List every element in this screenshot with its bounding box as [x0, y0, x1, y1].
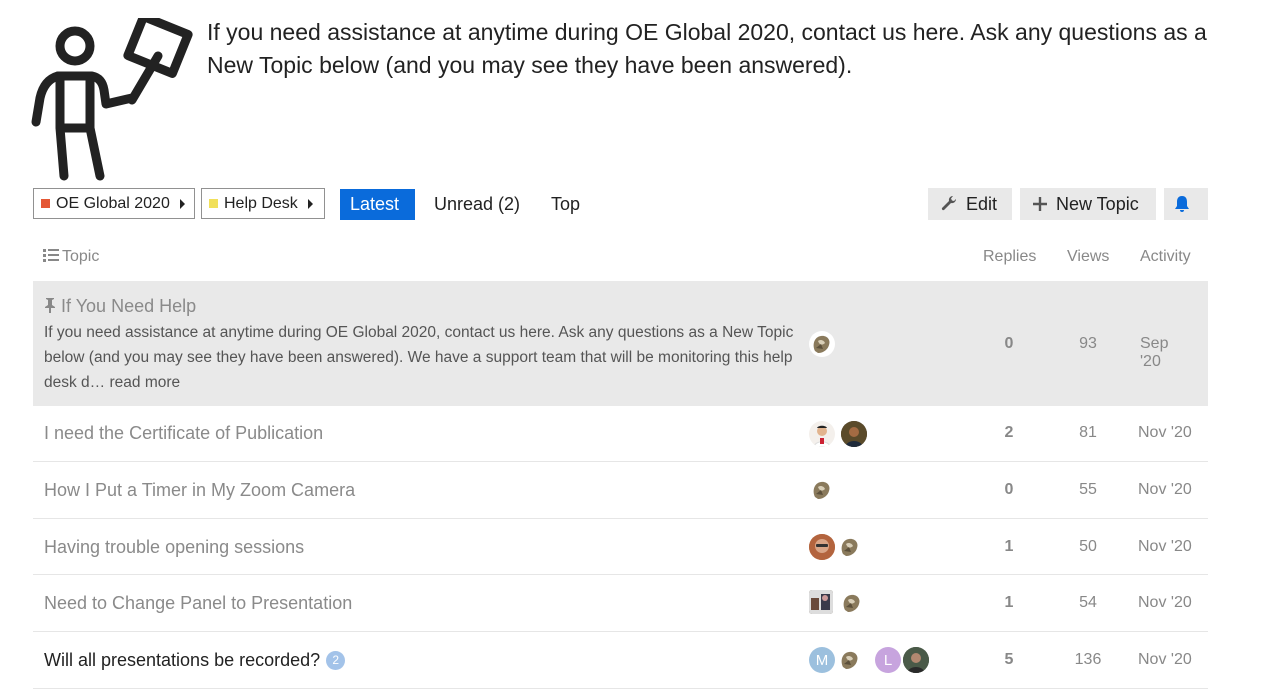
avatar[interactable] — [837, 534, 863, 560]
table-row-pinned[interactable]: If You Need Help If you need assistance … — [33, 281, 1208, 406]
avatar[interactable] — [841, 421, 867, 447]
replies-count: 0 — [1004, 481, 1014, 498]
views-count: 50 — [1079, 538, 1097, 555]
list-icon — [43, 249, 59, 262]
topic-title[interactable]: Will all presentations be recorded? 2 — [44, 650, 346, 671]
bell-icon — [1175, 196, 1189, 212]
subcategory-label: Help Desk — [224, 194, 298, 212]
subcategory-color-swatch — [209, 199, 218, 208]
new-topic-button[interactable]: New Topic — [1020, 188, 1156, 220]
replies-count: 1 — [1004, 594, 1014, 611]
topic-title-label: Will all presentations be recorded? — [44, 650, 321, 670]
navigation-bar: OE Global 2020 Help Desk Latest Unread (… — [33, 187, 1208, 221]
topic-excerpt: If you need assistance at anytime during… — [44, 320, 804, 395]
posters: M L — [809, 647, 935, 673]
new-topic-label: New Topic — [1056, 193, 1139, 214]
caret-right-icon — [307, 198, 313, 209]
activity-date[interactable]: Nov '20 — [1138, 594, 1198, 612]
avatar[interactable] — [903, 647, 929, 673]
views-count: 93 — [1079, 335, 1097, 352]
avatar[interactable] — [837, 647, 863, 673]
activity-date[interactable]: Sep '20 — [1140, 335, 1190, 371]
activity-date[interactable]: Nov '20 — [1138, 538, 1198, 556]
wrench-icon — [941, 195, 957, 211]
posters — [809, 534, 869, 560]
views-count: 55 — [1079, 481, 1097, 498]
avatar[interactable] — [809, 590, 833, 614]
table-row[interactable]: Will all presentations be recorded? 2 M L… — [33, 632, 1208, 689]
topic-list-header: Topic Replies Views Activity — [33, 240, 1208, 274]
views-count: 136 — [1074, 651, 1102, 668]
views-count: 54 — [1079, 594, 1097, 611]
tab-latest[interactable]: Latest — [340, 189, 415, 220]
replies-column-header[interactable]: Replies — [983, 248, 1036, 266]
posters — [809, 477, 841, 503]
hero-description: If you need assistance at anytime during… — [207, 19, 1207, 78]
tab-unread[interactable]: Unread (2) — [424, 189, 530, 220]
posters — [809, 331, 841, 357]
activity-date[interactable]: Nov '20 — [1138, 424, 1198, 442]
pin-icon — [45, 298, 55, 313]
category-dropdown[interactable]: OE Global 2020 — [33, 188, 195, 219]
table-row[interactable]: Having trouble opening sessions 1 50 Nov… — [33, 519, 1208, 575]
caret-right-icon — [179, 198, 185, 209]
edit-button[interactable]: Edit — [928, 188, 1012, 220]
posters — [809, 590, 871, 616]
activity-date[interactable]: Nov '20 — [1138, 481, 1198, 499]
edit-label: Edit — [966, 193, 998, 214]
avatar[interactable]: M — [809, 647, 835, 673]
topic-title[interactable]: If You Need Help — [44, 296, 196, 317]
replies-count: 0 — [1004, 335, 1014, 352]
replies-count: 2 — [1004, 424, 1014, 441]
new-posts-badge[interactable]: 2 — [326, 651, 346, 670]
avatar[interactable] — [809, 331, 835, 357]
avatar[interactable] — [839, 590, 865, 616]
table-row[interactable]: Need to Change Panel to Presentation 1 5… — [33, 575, 1208, 632]
table-row[interactable]: I need the Certificate of Publication 2 … — [33, 406, 1208, 462]
avatar-letter: L — [883, 651, 893, 669]
topic-header-label: Topic — [62, 248, 100, 265]
notifications-button[interactable] — [1164, 188, 1208, 220]
category-color-swatch — [41, 199, 50, 208]
topic-title[interactable]: Need to Change Panel to Presentation — [44, 593, 352, 614]
avatar[interactable] — [809, 477, 835, 503]
person-with-sign-icon — [31, 18, 193, 181]
replies-count: 1 — [1004, 538, 1014, 555]
avatar[interactable] — [809, 534, 835, 560]
table-row[interactable]: How I Put a Timer in My Zoom Camera 0 55… — [33, 462, 1208, 519]
avatar-letter: M — [815, 651, 829, 669]
views-count: 81 — [1079, 424, 1097, 441]
activity-column-header[interactable]: Activity — [1140, 248, 1191, 266]
topic-title[interactable]: I need the Certificate of Publication — [44, 423, 323, 444]
topic-title[interactable]: Having trouble opening sessions — [44, 537, 304, 558]
topic-column-header[interactable]: Topic — [43, 248, 99, 266]
pinned-title-label: If You Need Help — [61, 296, 197, 316]
views-column-header[interactable]: Views — [1067, 248, 1109, 266]
posters — [809, 421, 873, 447]
category-label: OE Global 2020 — [56, 194, 170, 212]
plus-icon — [1033, 197, 1047, 211]
avatar[interactable] — [809, 421, 835, 447]
avatar[interactable]: L — [875, 647, 901, 673]
subcategory-dropdown[interactable]: Help Desk — [201, 188, 325, 219]
replies-count: 5 — [1004, 651, 1014, 668]
tab-top[interactable]: Top — [541, 189, 590, 220]
activity-date[interactable]: Nov '20 — [1138, 651, 1198, 669]
topic-title[interactable]: How I Put a Timer in My Zoom Camera — [44, 480, 355, 501]
read-more-link[interactable]: read more — [109, 374, 180, 391]
